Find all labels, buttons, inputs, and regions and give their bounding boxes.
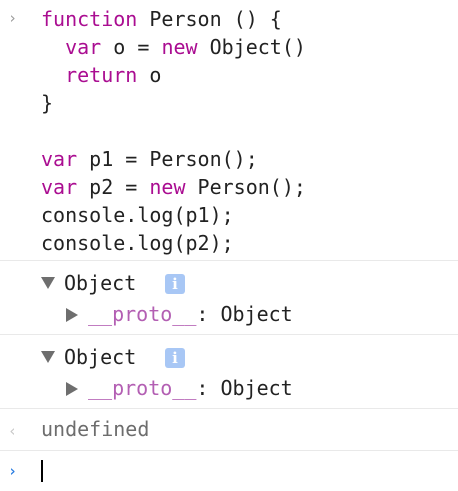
text-caret [41,460,43,482]
code-keyword: new [161,35,198,59]
code-text: } [41,91,54,115]
disclosure-collapsed-icon[interactable] [66,382,78,396]
code-text: console.log(p1); [41,203,234,227]
prompt-chevron-icon: › [8,462,18,480]
devtools-console: › function Person () { var o = new Objec… [0,0,458,482]
proto-key: __proto__ [88,302,197,326]
code-keyword: return [65,63,138,87]
code-line: console.log(p1); [41,201,234,229]
code-text: Person(); [185,175,306,199]
code-line: var p2 = new Person(); [41,173,306,201]
object-label[interactable]: Object [64,269,136,297]
code-text: o = [101,35,162,59]
code-line: var o = new Object() [41,33,306,61]
info-icon[interactable]: i [165,274,185,294]
console-log-entry-2: Object i __proto__: Object [0,335,458,409]
proto-value: Object [220,302,293,326]
code-keyword: var [41,175,78,199]
code-keyword: var [41,147,78,171]
code-text: console.log(p2); [41,231,234,255]
code-line: console.log(p2); [41,229,234,257]
code-keyword: function [41,7,138,31]
proto-separator: : [196,376,221,400]
code-line: var p1 = Person(); [41,145,258,173]
input-chevron-icon: › [8,9,18,27]
proto-separator: : [196,302,221,326]
code-text: p2 = [77,175,150,199]
proto-property[interactable]: __proto__: Object [88,374,293,402]
code-keyword: var [65,35,102,59]
code-line: } [41,89,53,117]
proto-key: __proto__ [88,376,197,400]
code-line: function Person () { [41,5,282,33]
disclosure-collapsed-icon[interactable] [66,308,78,322]
code-text: p1 = Person(); [77,147,258,171]
console-result-entry: ‹ undefined [0,409,458,451]
code-text: o [137,63,162,87]
console-log-entry-1: Object i __proto__: Object [0,261,458,335]
code-text: Person () { [137,7,282,31]
disclosure-expanded-icon[interactable] [41,351,55,363]
proto-property[interactable]: __proto__: Object [88,300,293,328]
info-icon[interactable]: i [165,348,185,368]
console-prompt[interactable]: › [0,451,458,491]
code-line: return o [41,61,161,89]
console-input-entry: › function Person () { var o = new Objec… [0,0,458,261]
result-chevron-icon: ‹ [8,422,18,440]
code-keyword: new [149,175,186,199]
proto-value: Object [220,376,293,400]
disclosure-expanded-icon[interactable] [41,277,55,289]
object-label[interactable]: Object [64,343,136,371]
code-text: Object() [197,35,306,59]
result-value: undefined [41,417,150,441]
